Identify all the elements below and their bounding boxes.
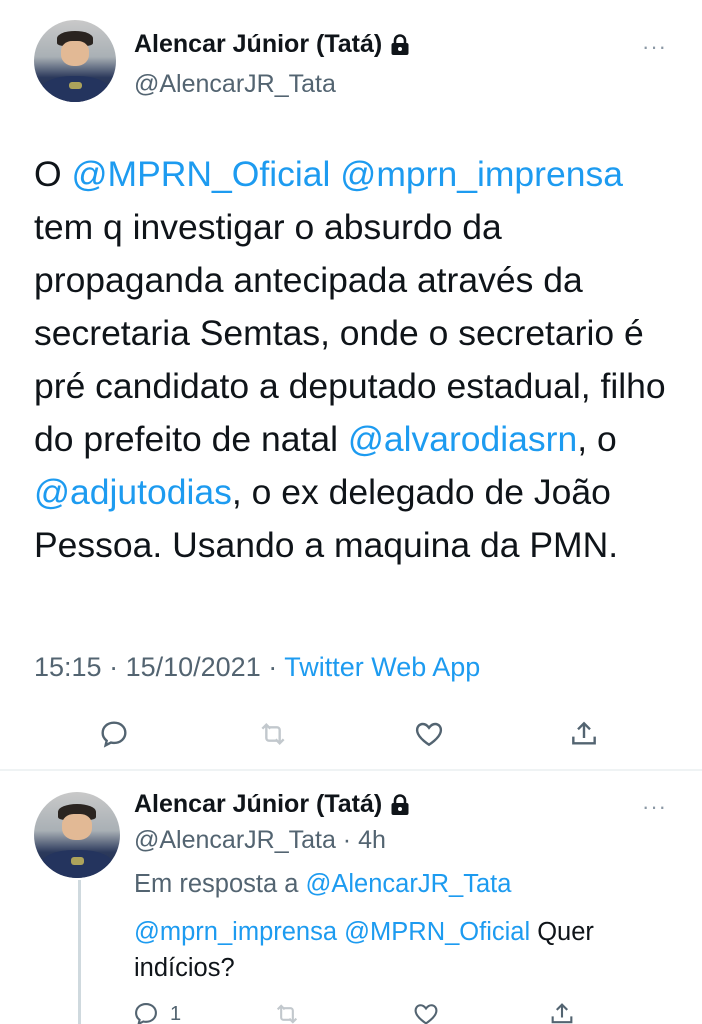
replying-to-prefix: Em resposta a	[134, 870, 306, 898]
meta-separator: ·	[260, 652, 285, 682]
mention-link[interactable]: @mprn_imprensa	[340, 154, 623, 194]
reply-icon[interactable]: 1	[132, 1000, 181, 1024]
author-name-row[interactable]: Alencar Júnior (Tatá)	[134, 30, 410, 59]
reply-author-handle-row: @AlencarJR_Tata · 4h	[134, 826, 386, 855]
lock-icon	[390, 793, 410, 816]
tweet-meta: 15:15 · 15/10/2021 · Twitter Web App	[34, 652, 480, 683]
tweet-text-part	[330, 154, 340, 194]
replying-to: Em resposta a @AlencarJR_Tata	[134, 870, 511, 899]
reply-count: 1	[170, 1002, 182, 1024]
share-icon[interactable]	[548, 1000, 576, 1024]
replying-to-handle[interactable]: @AlencarJR_Tata	[306, 870, 512, 898]
author-handle[interactable]: @AlencarJR_Tata	[134, 70, 336, 99]
reply-author-handle[interactable]: @AlencarJR_Tata	[134, 826, 336, 854]
author-name[interactable]: Alencar Júnior (Tatá)	[134, 30, 382, 59]
like-icon[interactable]	[413, 718, 445, 750]
reply-author-name-row[interactable]: Alencar Júnior (Tatá)	[134, 790, 410, 819]
like-icon[interactable]	[412, 1000, 440, 1024]
tweet-text-part: , o	[577, 419, 617, 459]
more-options-icon[interactable]: ···	[642, 794, 667, 820]
divider	[0, 769, 702, 771]
share-icon[interactable]	[568, 718, 600, 750]
author-avatar[interactable]	[34, 20, 116, 102]
tweet-date[interactable]: 15/10/2021	[126, 652, 261, 682]
mention-link[interactable]: @adjutodias	[34, 472, 232, 512]
meta-separator: ·	[335, 826, 359, 854]
reply-author-name[interactable]: Alencar Júnior (Tatá)	[134, 790, 382, 819]
reply-author-avatar[interactable]	[34, 792, 120, 878]
reply-time[interactable]: 4h	[358, 826, 386, 854]
meta-separator: ·	[101, 652, 126, 682]
mention-link[interactable]: @alvarodiasrn	[348, 419, 577, 459]
retweet-icon[interactable]	[272, 1000, 302, 1024]
reply-actions: 1	[0, 1000, 702, 1024]
retweet-icon[interactable]	[256, 718, 290, 750]
tweet-source[interactable]: Twitter Web App	[284, 652, 480, 682]
mention-link[interactable]: @MPRN_Oficial	[71, 154, 330, 194]
tweet-text: O @MPRN_Oficial @mprn_imprensa tem q inv…	[34, 148, 684, 572]
tweet-text-part: O	[34, 154, 72, 194]
lock-icon	[390, 33, 410, 56]
tweet-time[interactable]: 15:15	[34, 652, 102, 682]
mention-link[interactable]: @MPRN_Oficial	[344, 918, 530, 946]
reply-icon[interactable]	[98, 718, 130, 750]
tweet-actions	[0, 718, 702, 754]
reply-text: @mprn_imprensa @MPRN_Oficial Quer indíci…	[134, 914, 674, 986]
more-options-icon[interactable]: ···	[642, 34, 667, 60]
mention-link[interactable]: @mprn_imprensa	[134, 918, 337, 946]
